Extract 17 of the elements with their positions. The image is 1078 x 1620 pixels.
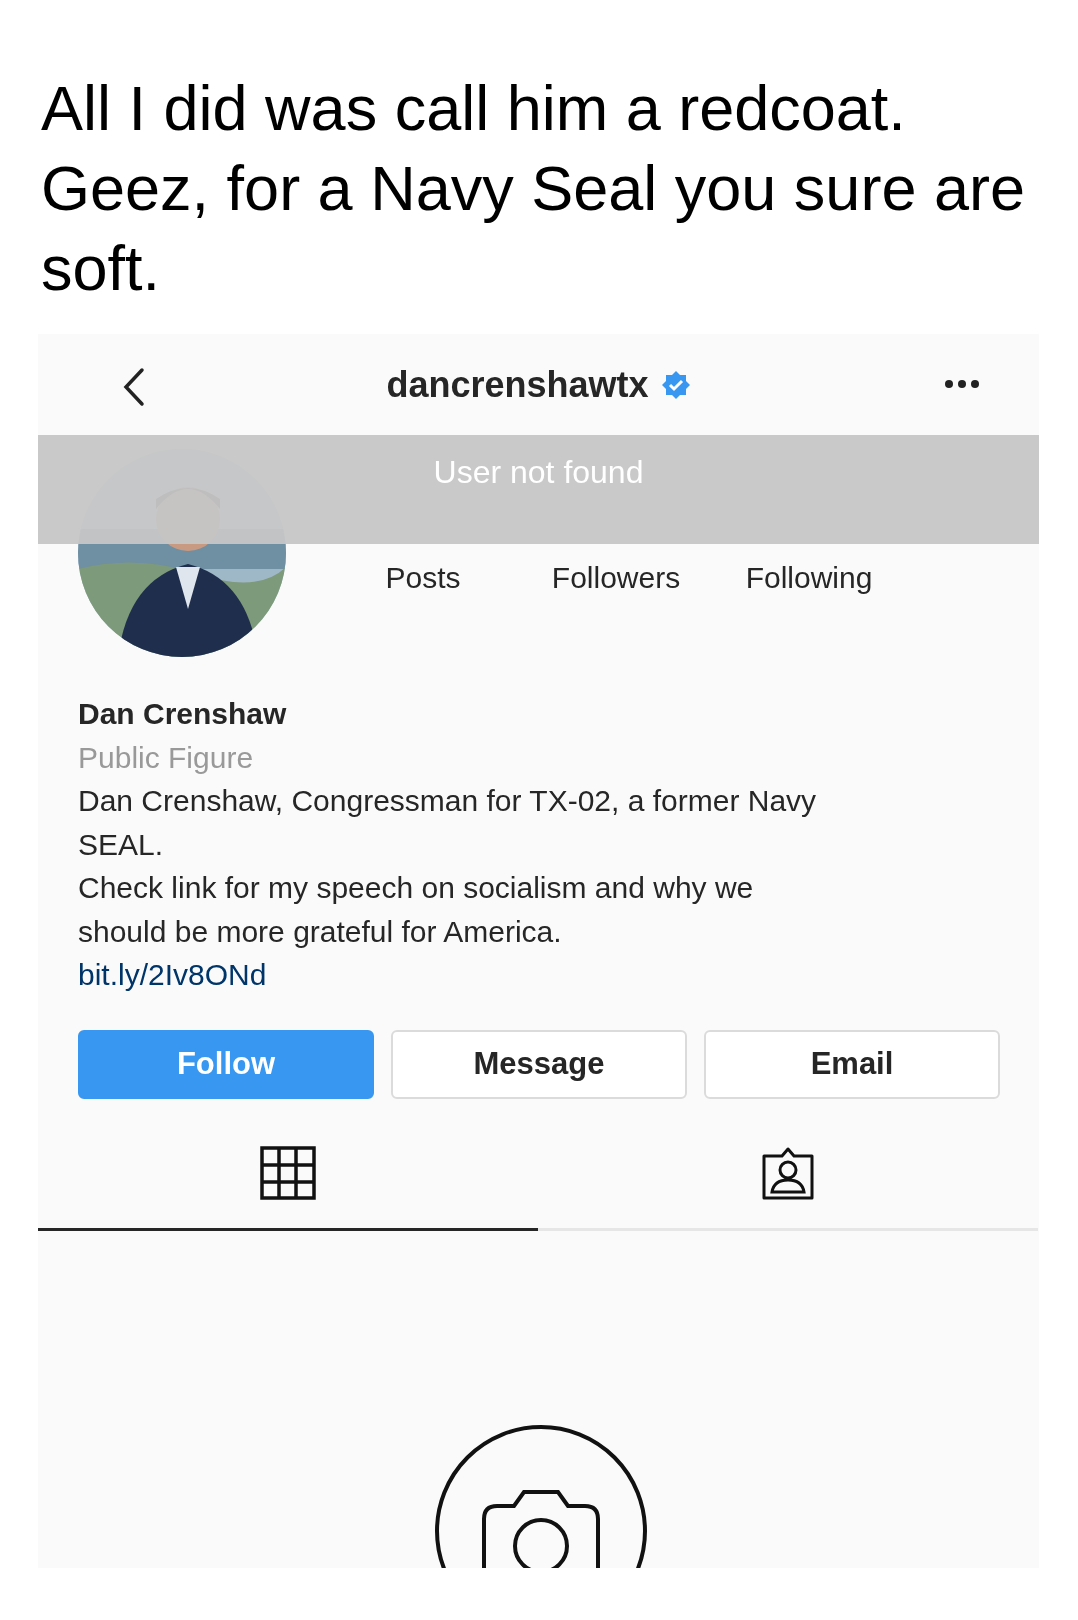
stat-label: Following <box>745 560 873 596</box>
profile-name: Dan Crenshaw <box>78 696 288 732</box>
more-icon[interactable] <box>944 379 980 389</box>
camera-icon <box>434 1424 648 1568</box>
username: dancrenshawtx <box>386 362 649 407</box>
stat-label: Posts <box>385 560 461 596</box>
bio-text: Dan Crenshaw, Congressman for TX-02, a former Navy SEAL. <box>78 783 818 863</box>
back-icon[interactable] <box>122 367 146 407</box>
bio-text: Check link for my speech on socialism and why we should be more grateful for America. <box>78 870 755 950</box>
bio-link[interactable]: bit.ly/2Iv8ONd <box>78 953 267 997</box>
category-label: Public Figure <box>78 739 255 776</box>
tagged-person-icon <box>760 1146 816 1200</box>
caption-text: All I did was call him a redcoat. Geez, for a Navy Seal you sure are soft. <box>41 72 1026 305</box>
stat-label: Followers <box>551 560 681 596</box>
grid-icon <box>260 1146 316 1200</box>
profile-button[interactable]: Message <box>391 1029 687 1099</box>
profile-button[interactable]: Email <box>704 1029 1000 1099</box>
